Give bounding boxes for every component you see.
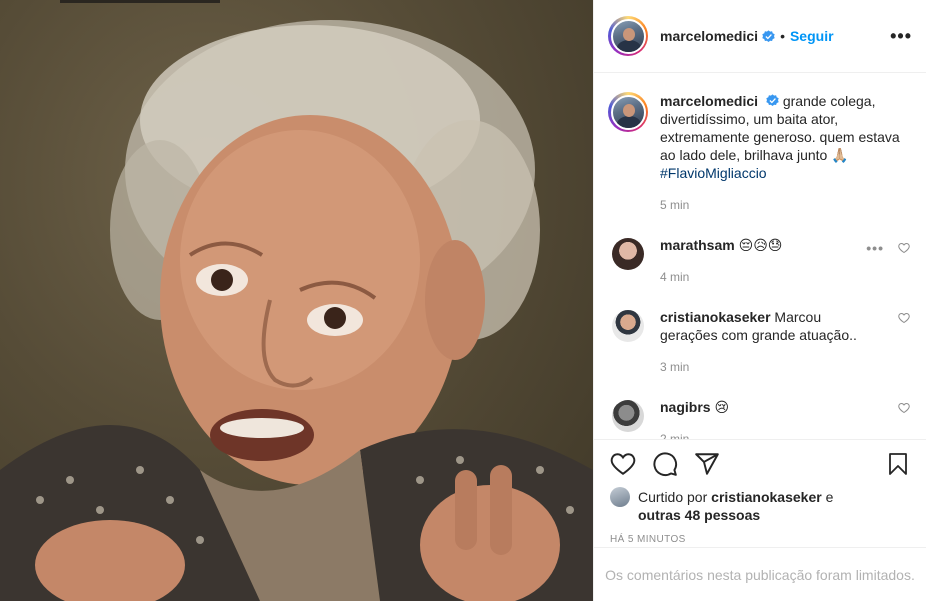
post-header: marcelomedici • Seguir ••• <box>594 0 926 73</box>
verified-badge-icon <box>762 29 775 42</box>
comment-item: cristianokaseker Marcou gerações com gra… <box>608 308 912 376</box>
likes-prefix: Curtido por <box>638 489 708 505</box>
caption-username[interactable]: marcelomedici <box>660 93 758 109</box>
comment-icon[interactable] <box>652 451 678 477</box>
likes-others[interactable]: outras 48 pessoas <box>638 507 760 523</box>
portrait-illustration <box>0 20 593 601</box>
caption-avatar[interactable] <box>608 92 648 132</box>
comment-actions <box>898 402 910 414</box>
comment-time[interactable]: 3 min <box>660 358 875 376</box>
comment-text: 😔😥😓 <box>738 237 783 253</box>
comment-item: marathsam 😔😥😓 4 min ••• <box>608 236 912 286</box>
follow-button[interactable]: Seguir <box>790 28 834 44</box>
comment-item: nagibrs 😢 2 min <box>608 398 912 439</box>
bookmark-icon[interactable] <box>886 451 910 477</box>
heart-icon[interactable] <box>610 451 636 477</box>
commenter-avatar[interactable] <box>612 310 644 342</box>
caption: marcelomedici grande colega, divertidíss… <box>608 73 912 214</box>
comments-list[interactable]: marcelomedici grande colega, divertidíss… <box>594 73 926 439</box>
comment-actions: ••• <box>866 240 910 256</box>
caption-hashtag[interactable]: #FlavioMigliaccio <box>660 165 767 181</box>
likes-summary: Curtido por cristianokaseker e outras 48… <box>610 487 910 524</box>
caption-time[interactable]: 5 min <box>660 196 910 214</box>
post-actions: Curtido por cristianokaseker e outras 48… <box>594 439 926 547</box>
author-avatar[interactable] <box>608 16 648 56</box>
more-horizontal-icon[interactable]: ••• <box>890 26 912 47</box>
likes-user[interactable]: cristianokaseker <box>711 489 822 505</box>
heart-icon[interactable] <box>898 312 910 324</box>
comment-username[interactable]: marathsam <box>660 237 735 253</box>
action-icons-row <box>610 450 910 478</box>
comments-limited-notice: Os comentários nesta publicação foram li… <box>594 547 926 601</box>
post-timestamp[interactable]: HÁ 5 MINUTOS <box>610 534 910 545</box>
comment-username[interactable]: nagibrs <box>660 399 711 415</box>
comment-username[interactable]: cristianokaseker <box>660 309 771 325</box>
header-separator: • <box>780 28 785 44</box>
comment-more-icon[interactable]: ••• <box>866 240 884 256</box>
commenter-avatar[interactable] <box>612 400 644 432</box>
likes-joiner: e <box>825 489 834 505</box>
post-sidebar: marcelomedici • Seguir ••• marcelomedici… <box>593 0 926 601</box>
author-username[interactable]: marcelomedici <box>660 28 758 44</box>
share-icon[interactable] <box>694 451 720 477</box>
liker-avatar[interactable] <box>610 487 630 507</box>
heart-icon[interactable] <box>898 402 910 414</box>
post-photo[interactable] <box>0 0 593 601</box>
heart-icon[interactable] <box>898 242 910 254</box>
comment-time[interactable]: 4 min <box>660 268 875 286</box>
verified-badge-icon <box>766 94 779 107</box>
comment-actions <box>898 312 910 324</box>
commenter-avatar[interactable] <box>612 238 644 270</box>
comment-time[interactable]: 2 min <box>660 430 875 439</box>
comment-text: 😢 <box>714 399 730 415</box>
